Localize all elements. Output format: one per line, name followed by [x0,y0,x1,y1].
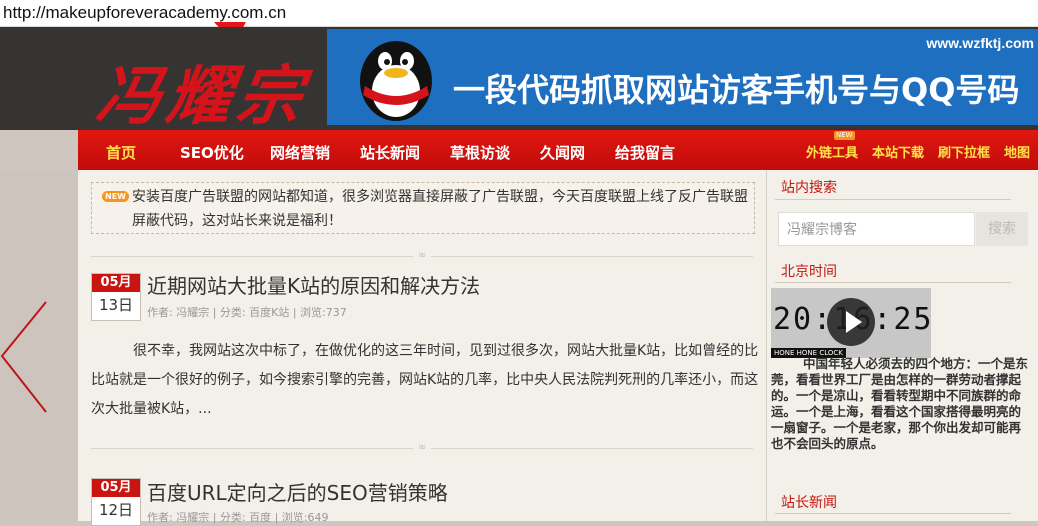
news-title: 站长新闻 [781,495,837,511]
search-button[interactable]: 搜索 [976,212,1028,246]
chevron-left-icon[interactable] [0,300,50,420]
post-date: 05月 13日 [91,273,141,321]
search-input[interactable]: 冯耀宗博客 [778,212,975,246]
banner-site: www.wzfktj.com [926,35,1034,51]
notice-text[interactable]: 安装百度广告联盟的网站都知道，很多浏览器直接屏蔽了广告联盟，今天百度联盟上线了反… [132,185,752,233]
quote-text: 中国年轻人必须去的四个地方：一个是东莞，看看世界工厂是由怎样的一群劳动者撑起的。… [771,356,1029,451]
nav-link-tools[interactable]: 外链工具 [806,142,858,161]
chain-icon: ∞ [413,442,431,454]
ad-banner[interactable]: www.wzfktj.com 一段代码抓取网站访客手机号与QQ号码 [327,29,1038,125]
nav-seo[interactable]: SEO优化 [180,142,244,163]
post-date: 05月 12日 [91,478,141,526]
nav-interviews[interactable]: 草根访谈 [450,142,510,163]
notice-box: NEW 安装百度广告联盟的网站都知道，很多浏览器直接屏蔽了广告联盟，今天百度联盟… [91,182,755,234]
post-day: 12日 [98,501,134,519]
sidebar: 站内搜索 冯耀宗博客 搜索 北京时间 20:16:25 HONE HONE CL… [766,170,1038,521]
flash-clock[interactable]: 20:16:25 HONE HONE CLOCK [771,288,932,358]
qq-penguin-icon [360,41,432,121]
site-header: 冯耀宗 www.wzfktj.com 一段代码抓取网站访客手机号与QQ号码 [0,27,1038,134]
post-meta: 作者: 冯耀宗 | 分类: 百度K站 | 浏览:737 [147,306,347,319]
play-icon[interactable] [827,298,875,346]
post-meta: 作者: 冯耀宗 | 分类: 百度 | 浏览:649 [147,511,329,524]
address-bar[interactable]: http://makeupforeveracademy.com.cn [0,0,1038,27]
chain-icon: ∞ [413,250,431,262]
nav-marketing[interactable]: 网络营销 [270,142,330,163]
new-badge: NEW [834,131,855,140]
nav-jiuwen[interactable]: 久闻网 [540,142,585,163]
post-month: 05月 [92,479,140,497]
post-day: 13日 [98,296,134,314]
main-content: NEW 安装百度广告联盟的网站都知道，很多浏览器直接屏蔽了广告联盟，今天百度联盟… [78,170,766,526]
main-nav: 首页 SEO优化 网络营销 站长新闻 草根访谈 久闻网 给我留言 NEW 外链工… [78,130,1038,170]
post-excerpt: 很不幸，我网站这次中标了，在做优化的这三年时间，见到过很多次，网站大批量K站，比… [91,343,759,417]
nav-dropdown-tool[interactable]: 刷下拉框 [938,142,990,161]
new-badge: NEW [102,191,129,202]
post-title[interactable]: 百度URL定向之后的SEO营销策略 [147,477,448,506]
divider [775,513,1011,514]
nav-webmaster-news[interactable]: 站长新闻 [360,142,420,163]
divider: ∞ [91,442,753,454]
time-title: 北京时间 [781,264,837,280]
divider [775,282,1011,283]
banner-text: 一段代码抓取网站访客手机号与QQ号码 [453,71,1020,109]
site-logo[interactable]: 冯耀宗 [92,45,315,137]
post-title[interactable]: 近期网站大批量K站的原因和解决方法 [147,270,480,299]
nav-guestbook[interactable]: 给我留言 [615,142,675,163]
divider: ∞ [91,250,753,262]
nav-sitemap[interactable]: 地图 [1004,142,1030,161]
search-title: 站内搜索 [781,180,837,196]
nav-home[interactable]: 首页 [106,142,136,163]
post-month: 05月 [92,274,140,292]
nav-downloads[interactable]: 本站下载 [872,142,924,161]
divider [775,199,1011,200]
